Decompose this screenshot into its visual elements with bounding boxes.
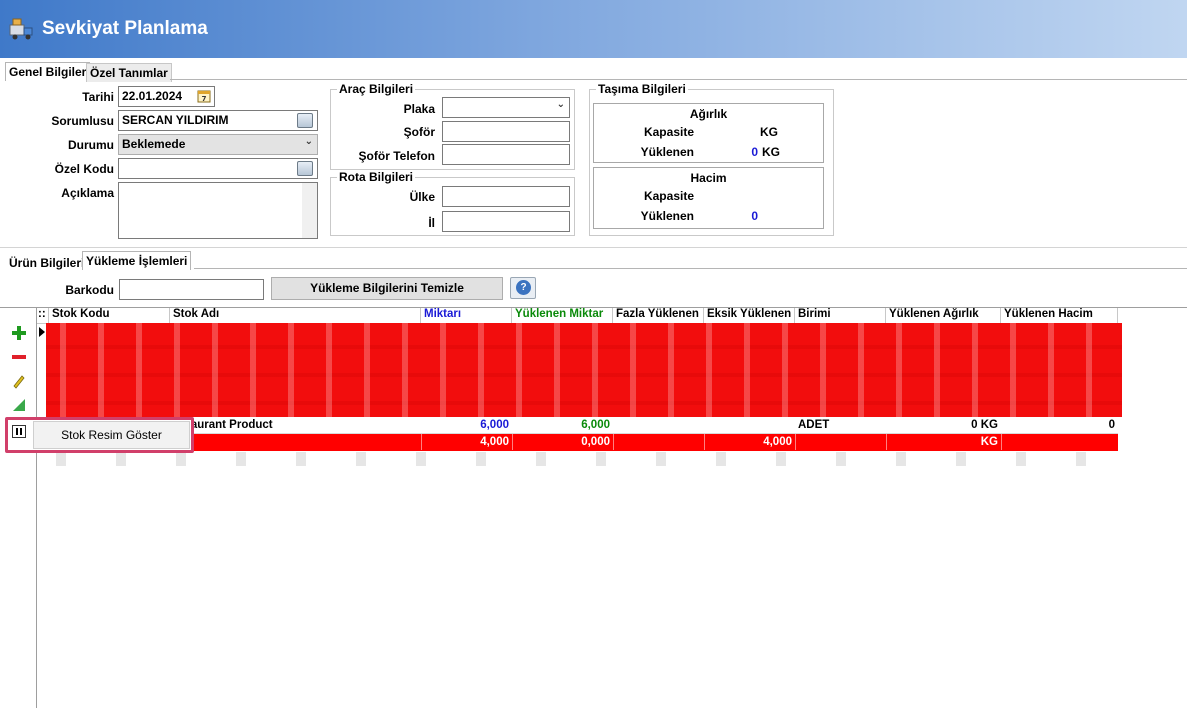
responsible-label: Sorumlusu [51, 114, 114, 128]
status-value: Beklemede [122, 137, 186, 151]
status-select[interactable]: Beklemede ⌄ [118, 134, 318, 155]
col-yuklenen-agirlik[interactable]: Yüklenen Ağırlık [886, 308, 1001, 324]
row2-stock-name: t [184, 434, 421, 450]
row2-unit [795, 434, 886, 450]
row1-weight: 0 KG [971, 419, 998, 431]
col-miktari[interactable]: Miktarı [421, 308, 512, 324]
special-code-field[interactable] [118, 158, 318, 179]
volume-loaded-label: Yüklenen [640, 209, 694, 223]
menu-item-stok-resim-goster[interactable]: Stok Resim Göster [33, 421, 190, 449]
row1-quantity: 6,000 [480, 419, 509, 431]
tab-genel-bilgiler[interactable]: Genel Bilgiler [5, 62, 91, 81]
tab-yukleme-islemleri[interactable]: Yükleme İşlemleri [82, 251, 192, 270]
city-field[interactable] [442, 211, 570, 232]
driver-label: Şoför [403, 125, 435, 139]
current-row-indicator [39, 327, 45, 337]
col-yuklenen-hacim[interactable]: Yüklenen Hacim [1001, 308, 1118, 324]
row2-loaded: 0,000 [512, 434, 613, 450]
responsible-value: SERCAN YILDIRIM [122, 113, 229, 127]
tab-ozel-tanimlar[interactable]: Özel Tanımlar [86, 63, 172, 82]
truck-icon [9, 18, 33, 40]
weight-capacity-unit: KG [760, 125, 778, 139]
country-label: Ülke [409, 190, 435, 204]
excel-icon[interactable] [11, 397, 27, 413]
window-title: Sevkiyat Planlama [42, 18, 208, 39]
edit-icon[interactable] [11, 373, 27, 389]
vehicle-title: Araç Bilgileri [339, 82, 414, 96]
barcode-field[interactable] [119, 279, 264, 300]
col-fazla-yuklenen[interactable]: Fazla Yüklenen [613, 308, 704, 324]
chevron-down-icon: ⌄ [556, 99, 565, 110]
row1-loaded: 6,000 [581, 419, 610, 431]
row1-missing [704, 417, 795, 433]
lookup-special-code-icon[interactable] [297, 161, 313, 176]
censored-rows [46, 323, 1122, 417]
route-title: Rota Bilgileri [339, 170, 414, 184]
row1-stock-name: taurant Product [187, 419, 273, 431]
city-label: İl [428, 216, 435, 230]
description-textarea[interactable] [118, 182, 318, 239]
special-code-label: Özel Kodu [54, 162, 114, 176]
plate-select[interactable]: ⌄ [442, 97, 570, 118]
lookup-responsible-icon[interactable] [297, 113, 313, 128]
tab-urun-bilgileri[interactable]: Ürün Bilgileri [5, 253, 89, 272]
barcode-label: Barkodu [65, 283, 114, 297]
help-button[interactable]: ? [510, 277, 536, 299]
scrollbar[interactable] [302, 183, 317, 238]
image-icon [12, 425, 26, 438]
clear-loading-button[interactable]: Yükleme Bilgilerini Temizle [271, 277, 503, 300]
row2-missing: 4,000 [704, 434, 795, 450]
plate-label: Plaka [403, 102, 435, 116]
row2-volume [1001, 434, 1118, 450]
volume-capacity-label: Kapasite [643, 189, 694, 203]
row2-excess [613, 434, 704, 450]
driver-field[interactable] [442, 121, 570, 142]
country-field[interactable] [442, 186, 570, 207]
col-yuklenen-miktar[interactable]: Yüklenen Miktar [512, 308, 613, 324]
transport-title: Taşıma Bilgileri [598, 82, 686, 96]
row1-unit: ADET [798, 419, 830, 431]
weight-title: Ağırlık [689, 107, 728, 121]
toolbar-top-line [0, 307, 36, 308]
driver-phone-label: Şoför Telefon [358, 149, 435, 163]
tab-divider [170, 79, 1187, 80]
tab-divider [194, 268, 1187, 269]
censored-row [46, 452, 1118, 466]
col-eksik-yuklenen[interactable]: Eksik Yüklenen [704, 308, 795, 324]
grid-corner[interactable]: :: [37, 308, 49, 324]
responsible-field[interactable]: SERCAN YILDIRIM [118, 110, 318, 131]
date-label: Tarihi [82, 90, 114, 104]
volume-title: Hacim [690, 171, 727, 185]
row2-quantity: 4,000 [421, 434, 512, 450]
svg-text:7: 7 [202, 95, 207, 103]
date-value: 22.01.2024 [122, 89, 183, 103]
row1-excess [613, 417, 704, 433]
row1-volume: 0 [1108, 419, 1115, 431]
weight-loaded-unit: KG [762, 145, 780, 159]
calendar-icon[interactable]: 7 [197, 89, 211, 103]
question-icon: ? [516, 280, 531, 295]
weight-loaded-label: Yüklenen [640, 145, 694, 159]
col-stok-kodu[interactable]: Stok Kodu [49, 308, 170, 324]
chevron-down-icon: ⌄ [304, 136, 313, 147]
volume-loaded-value: 0 [751, 209, 758, 223]
grid-toolbar [0, 307, 36, 708]
status-label: Durumu [68, 138, 114, 152]
description-label: Açıklama [61, 186, 114, 200]
driver-phone-field[interactable] [442, 144, 570, 165]
remove-icon[interactable] [11, 349, 27, 365]
col-birimi[interactable]: Birimi [795, 308, 886, 324]
col-stok-adi[interactable]: Stok Adı [170, 308, 421, 324]
add-icon[interactable] [11, 325, 27, 341]
weight-loaded-value: 0 [751, 145, 758, 159]
date-field[interactable]: 22.01.2024 7 [118, 86, 215, 107]
row2-weight: KG [886, 434, 1001, 450]
weight-capacity-label: Kapasite [643, 125, 694, 139]
section-divider [0, 247, 1187, 248]
